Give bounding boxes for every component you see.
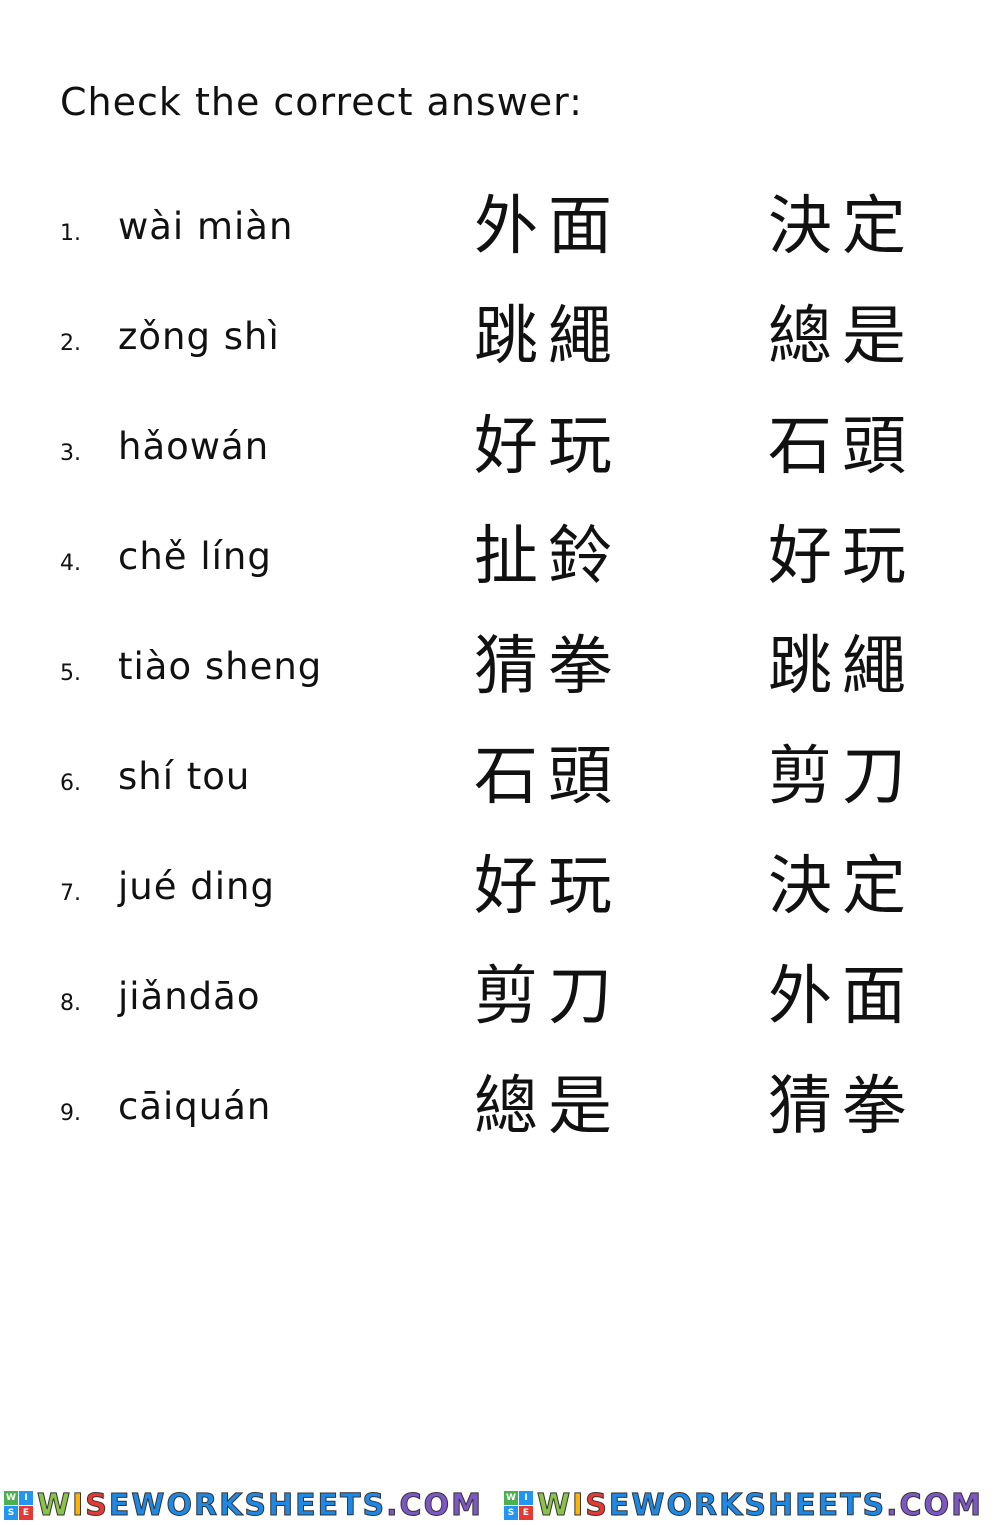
question-pinyin: jiǎndāo <box>118 975 261 1018</box>
answer-option-b[interactable]: 好玩 <box>768 505 916 597</box>
wiseworksheets-logo: W I S E WISEWORKSHEETS.COM <box>500 1487 1000 1523</box>
answer-option-a[interactable]: 扯鈴 <box>474 505 622 597</box>
question-number: 5. <box>60 661 81 686</box>
answer-option-b[interactable]: 猜拳 <box>768 1055 916 1147</box>
question-pinyin: shí tou <box>118 755 251 798</box>
answer-option-a[interactable]: 總是 <box>474 1055 622 1147</box>
footer-watermark: W I S E WISEWORKSHEETS.COM W I S E WISEWORKSHEET… <box>0 1485 1000 1525</box>
logo-blocks-icon: WISE <box>4 1490 33 1520</box>
question-number: 6. <box>60 771 81 796</box>
logo-blocks-icon: WISE <box>504 1490 533 1520</box>
question-number: 1. <box>60 221 81 246</box>
answer-option-b[interactable]: 剪刀 <box>768 725 916 817</box>
answer-option-b[interactable]: 總是 <box>768 285 916 377</box>
answer-option-b[interactable]: 跳繩 <box>768 615 916 707</box>
question-pinyin: chě líng <box>118 535 272 578</box>
question-row: 9. cāiquán 總是 猜拳 <box>0 1070 1000 1185</box>
question-number: 4. <box>60 551 81 576</box>
wiseworksheets-logo: W I S E WISEWORKSHEETS.COM <box>0 1487 500 1523</box>
question-pinyin: tiào sheng <box>118 645 323 688</box>
question-pinyin: wài miàn <box>118 205 294 248</box>
question-number: 8. <box>60 991 81 1016</box>
answer-option-a[interactable]: 猜拳 <box>474 615 622 707</box>
answer-option-a[interactable]: 外面 <box>474 175 622 267</box>
question-pinyin: cāiquán <box>118 1085 272 1128</box>
question-number: 7. <box>60 881 81 906</box>
answer-option-b[interactable]: 決定 <box>768 835 916 927</box>
question-pinyin: jué ding <box>118 865 275 908</box>
answer-option-a[interactable]: 剪刀 <box>474 945 622 1037</box>
question-pinyin: hǎowán <box>118 425 270 468</box>
answer-option-b[interactable]: 外面 <box>768 945 916 1037</box>
answer-option-a[interactable]: 石頭 <box>474 725 622 817</box>
answer-option-a[interactable]: 好玩 <box>474 395 622 487</box>
instruction-title: Check the correct answer: <box>60 80 583 124</box>
question-pinyin: zǒng shì <box>118 315 280 358</box>
question-number: 3. <box>60 441 81 466</box>
question-number: 9. <box>60 1101 81 1126</box>
answer-option-a[interactable]: 好玩 <box>474 835 622 927</box>
question-number: 2. <box>60 331 81 356</box>
answer-option-a[interactable]: 跳繩 <box>474 285 622 377</box>
answer-option-b[interactable]: 石頭 <box>768 395 916 487</box>
answer-option-b[interactable]: 決定 <box>768 175 916 267</box>
